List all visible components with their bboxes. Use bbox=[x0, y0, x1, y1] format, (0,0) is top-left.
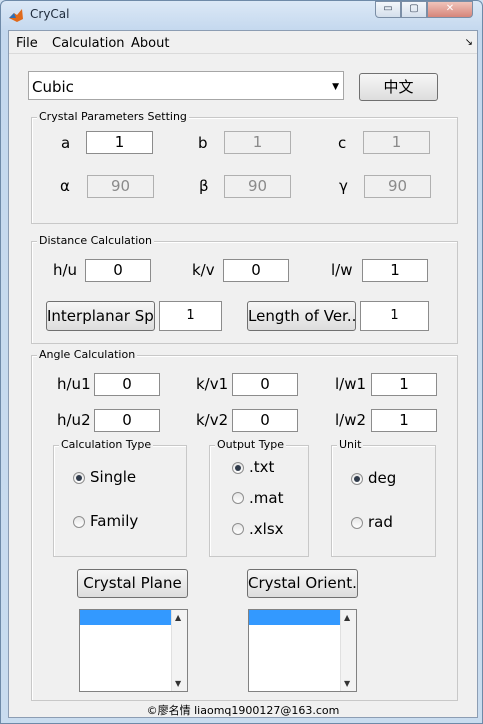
interplanar-spacing-button[interactable]: Interplanar Sp... bbox=[46, 301, 155, 331]
scroll-up-icon[interactable]: ▲ bbox=[344, 613, 350, 622]
txt-label[interactable]: .txt bbox=[249, 458, 274, 476]
crystal-plane-button[interactable]: Crystal Plane bbox=[77, 569, 188, 598]
a-field[interactable]: 1 bbox=[86, 131, 153, 154]
k2-field[interactable]: 0 bbox=[232, 409, 298, 432]
lattice-select-value: Cubic bbox=[32, 78, 74, 96]
deg-radio[interactable] bbox=[351, 473, 363, 485]
l2-field[interactable]: 1 bbox=[371, 409, 437, 432]
h2-field[interactable]: 0 bbox=[94, 409, 160, 432]
close-button[interactable]: ✕ bbox=[427, 1, 473, 18]
interplanar-result-field[interactable]: 1 bbox=[159, 301, 222, 331]
list-item[interactable] bbox=[80, 610, 172, 625]
rad-radio[interactable] bbox=[351, 517, 363, 529]
scroll-up-icon[interactable]: ▲ bbox=[175, 613, 181, 622]
lattice-select[interactable]: Cubic ▼ bbox=[28, 71, 344, 100]
k-label: k/v bbox=[192, 261, 215, 279]
l1-field[interactable]: 1 bbox=[371, 373, 437, 396]
close-icon: ✕ bbox=[445, 3, 455, 14]
calc-type-title: Calculation Type bbox=[59, 438, 154, 451]
xlsx-radio[interactable] bbox=[232, 523, 244, 535]
single-label[interactable]: Single bbox=[90, 468, 136, 486]
angle-title: Angle Calculation bbox=[37, 348, 138, 361]
scroll-down-icon[interactable]: ▼ bbox=[175, 679, 181, 688]
deg-label[interactable]: deg bbox=[368, 469, 396, 487]
k1-field[interactable]: 0 bbox=[232, 373, 298, 396]
k-field[interactable]: 0 bbox=[223, 259, 289, 282]
h2-label: h/u2 bbox=[57, 411, 91, 429]
menu-about[interactable]: About bbox=[131, 36, 169, 51]
menu-overflow-icon[interactable]: ↘ bbox=[465, 37, 473, 48]
plane-results-list[interactable]: ▲ ▼ bbox=[79, 609, 188, 692]
k1-label: k/v1 bbox=[196, 375, 229, 393]
orientation-list-scrollbar[interactable]: ▲ ▼ bbox=[340, 610, 356, 691]
plane-list-scrollbar[interactable]: ▲ ▼ bbox=[171, 610, 187, 691]
gamma-label: γ bbox=[339, 177, 348, 195]
c-field: 1 bbox=[363, 131, 430, 154]
mat-radio[interactable] bbox=[232, 492, 244, 504]
alpha-label: α bbox=[60, 177, 70, 195]
distance-title: Distance Calculation bbox=[37, 234, 154, 247]
family-label[interactable]: Family bbox=[90, 512, 138, 530]
rad-label[interactable]: rad bbox=[368, 513, 393, 531]
output-type-title: Output Type bbox=[215, 438, 286, 451]
family-radio[interactable] bbox=[73, 516, 85, 528]
k2-label: k/v2 bbox=[196, 411, 229, 429]
minimize-icon: ▭ bbox=[383, 3, 393, 14]
menu-calculation[interactable]: Calculation bbox=[52, 36, 125, 51]
single-radio[interactable] bbox=[73, 472, 85, 484]
maximize-button[interactable]: ▢ bbox=[401, 1, 427, 18]
list-item[interactable] bbox=[249, 610, 341, 625]
unit-title: Unit bbox=[337, 438, 364, 451]
a-label: a bbox=[61, 134, 71, 152]
gamma-field: 90 bbox=[364, 175, 431, 198]
menu-bar: File Calculation About ↘ bbox=[9, 31, 477, 54]
txt-radio[interactable] bbox=[232, 462, 244, 474]
calc-type-group: Calculation Type bbox=[53, 438, 187, 557]
beta-label: β bbox=[199, 177, 209, 195]
menu-file[interactable]: File bbox=[16, 36, 38, 51]
xlsx-label[interactable]: .xlsx bbox=[249, 520, 284, 538]
unit-group: Unit bbox=[331, 438, 436, 557]
scroll-down-icon[interactable]: ▼ bbox=[344, 679, 350, 688]
matlab-icon bbox=[9, 9, 23, 22]
h-field[interactable]: 0 bbox=[85, 259, 151, 282]
title-bar: CryCal ▭ ▢ ✕ bbox=[0, 0, 483, 30]
l2-label: l/w2 bbox=[335, 411, 367, 429]
length-of-vector-button[interactable]: Length of Ver... bbox=[247, 301, 356, 331]
language-button[interactable]: 中文 bbox=[359, 73, 438, 101]
length-result-field[interactable]: 1 bbox=[360, 301, 429, 331]
l-label: l/w bbox=[331, 261, 353, 279]
beta-field: 90 bbox=[224, 175, 291, 198]
h-label: h/u bbox=[53, 261, 78, 279]
client-area: File Calculation About ↘ Cubic ▼ 中文 Crys… bbox=[8, 30, 478, 718]
l1-label: l/w1 bbox=[335, 375, 367, 393]
h1-field[interactable]: 0 bbox=[94, 373, 160, 396]
footer-credit: ©廖名情 liaomq1900127@163.com bbox=[146, 704, 340, 717]
mat-label[interactable]: .mat bbox=[249, 489, 283, 507]
crystal-params-title: Crystal Parameters Setting bbox=[37, 110, 189, 123]
c-label: c bbox=[338, 134, 347, 152]
crystal-orientation-button[interactable]: Crystal Orient... bbox=[247, 569, 358, 598]
b-field: 1 bbox=[224, 131, 291, 154]
alpha-field: 90 bbox=[87, 175, 154, 198]
h1-label: h/u1 bbox=[57, 375, 91, 393]
maximize-icon: ▢ bbox=[409, 3, 419, 14]
minimize-button[interactable]: ▭ bbox=[375, 1, 401, 18]
b-label: b bbox=[198, 134, 208, 152]
orientation-results-list[interactable]: ▲ ▼ bbox=[248, 609, 357, 692]
window-title: CryCal bbox=[30, 7, 70, 21]
l-field[interactable]: 1 bbox=[362, 259, 428, 282]
chevron-down-icon: ▼ bbox=[332, 82, 339, 92]
